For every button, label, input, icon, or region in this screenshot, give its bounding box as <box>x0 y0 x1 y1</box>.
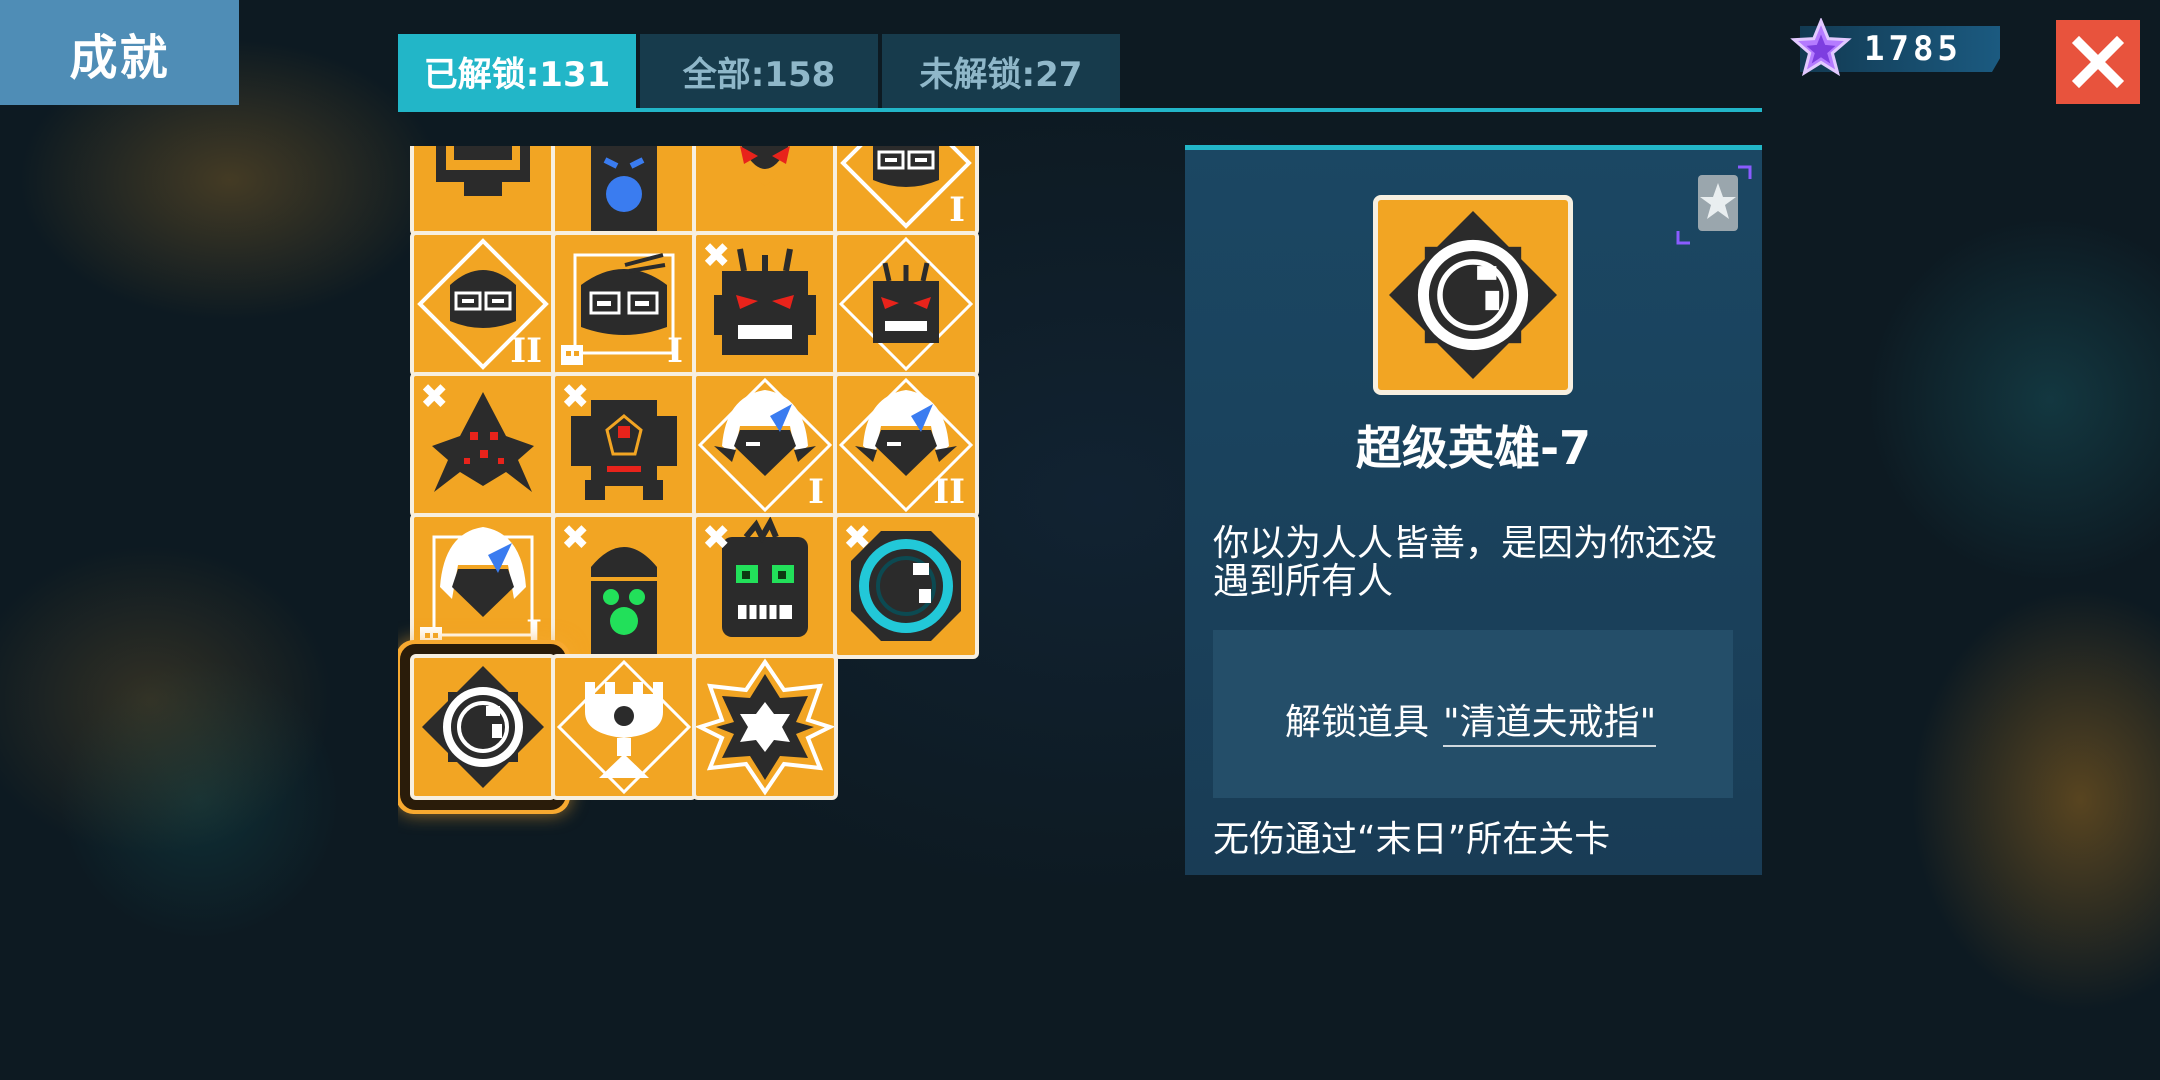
unlock-condition: 无伤通过“末日”所在关卡 <box>1213 819 1611 860</box>
achievement-tile[interactable]: I <box>833 146 979 236</box>
safe-box-icon <box>436 146 530 196</box>
reward-prefix: 解锁道具 <box>1285 702 1430 743</box>
achievement-tile[interactable]: ✖ <box>410 372 556 518</box>
ring-diamond-icon <box>422 666 544 788</box>
achievement-tile[interactable]: I <box>692 372 838 518</box>
detail-emblem <box>1373 195 1573 395</box>
achievement-tile[interactable]: II <box>410 231 556 377</box>
tier-numeral: I <box>949 190 965 230</box>
ring-diamond-icon <box>1389 211 1557 379</box>
star-octagon-icon <box>696 658 834 796</box>
achievement-grid[interactable]: I II I ✖ ✖ ✖ I II I ✖ ✖ ✖ <box>398 146 1170 1080</box>
achievement-tile[interactable]: I <box>551 231 697 377</box>
cross-mark-icon: ✖ <box>561 377 590 417</box>
tab-underline <box>398 108 1762 112</box>
achievement-tile[interactable] <box>410 146 556 236</box>
crying-mask-icon <box>591 146 657 232</box>
tab-bar: 已解锁:131 全部:158 未解锁:27 <box>398 34 1124 112</box>
purple-star-icon <box>1790 18 1852 77</box>
achievement-detail-panel: 超级英雄-7 你以为人人皆善，是因为你还没遇到所有人 解锁道具 "清道夫戒指" 无… <box>1185 145 1762 875</box>
tier-numeral: I <box>808 472 824 512</box>
achievement-name: 超级英雄-7 <box>1355 421 1592 475</box>
currency-amount: 1785 <box>1864 29 1962 69</box>
reward-box: 解锁道具 "清道夫戒指" <box>1213 630 1733 798</box>
achievement-tile[interactable] <box>833 231 979 377</box>
close-button[interactable] <box>2056 20 2140 104</box>
achievement-tile[interactable]: I <box>410 513 556 659</box>
achievement-description: 你以为人人皆善，是因为你还没遇到所有人 <box>1213 523 1718 602</box>
achievement-tile[interactable]: ✖ <box>692 513 838 659</box>
achievement-tile[interactable] <box>551 146 697 236</box>
silver-star-badge-icon <box>1676 165 1752 245</box>
achievement-tile[interactable]: ✖ <box>551 372 697 518</box>
achievement-tile[interactable]: II <box>833 372 979 518</box>
achievement-tile[interactable]: ✖ <box>692 231 838 377</box>
cross-mark-icon: ✖ <box>843 518 872 558</box>
tier-numeral: I <box>667 331 683 371</box>
close-icon <box>2071 35 2125 89</box>
achievement-tile[interactable] <box>551 654 697 800</box>
robot-red-eyes-diamond-icon <box>838 236 974 372</box>
cross-mark-icon: ✖ <box>561 518 590 558</box>
cross-mark-icon: ✖ <box>702 518 731 558</box>
reward-item-link[interactable]: "清道夫戒指" <box>1443 702 1657 747</box>
tab-all[interactable]: 全部:158 <box>640 34 878 108</box>
trophy-diamond-icon <box>556 659 692 795</box>
page-title-text: 成就 <box>69 29 170 86</box>
tier-numeral: I <box>526 613 542 653</box>
tab-unlocked[interactable]: 已解锁:131 <box>398 34 636 108</box>
tier-numeral: II <box>933 472 965 512</box>
horned-demon-icon <box>740 146 790 186</box>
cross-mark-icon: ✖ <box>420 377 449 417</box>
tab-locked[interactable]: 未解锁:27 <box>882 34 1120 108</box>
tier-numeral: II <box>510 331 542 371</box>
achievement-tile[interactable]: ✖ <box>551 513 697 659</box>
achievement-tile[interactable] <box>692 146 838 236</box>
achievement-tile[interactable] <box>692 654 838 800</box>
achievement-tile[interactable] <box>410 654 556 800</box>
page-title: 成就 <box>0 0 239 105</box>
achievement-tile[interactable]: ✖ <box>833 513 979 659</box>
cross-mark-icon: ✖ <box>702 236 731 276</box>
